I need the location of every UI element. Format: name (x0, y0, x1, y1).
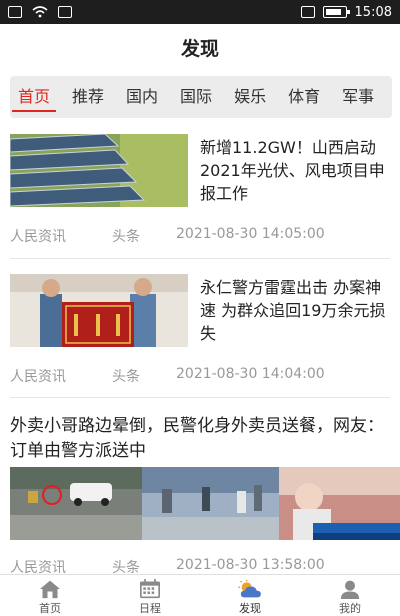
vibrate-icon (300, 6, 315, 18)
article-category: 头条 (112, 369, 140, 385)
article-meta: 人民资讯 头条 2021-08-30 14:05:00 (10, 226, 325, 246)
nav-label: 首页 (39, 602, 61, 615)
article-time: 2021-08-30 14:04:00 (176, 366, 325, 382)
nav-label: 日程 (139, 602, 161, 615)
nav-discover[interactable]: 发现 (200, 575, 300, 616)
article-source: 人民资讯 (10, 369, 66, 385)
divider (10, 258, 390, 259)
tab-entertainment[interactable]: 娱乐 (234, 76, 266, 118)
category-tabs: 首页 推荐 国内 国际 娱乐 体育 军事 (10, 76, 392, 118)
tab-home[interactable]: 首页 (11, 76, 57, 118)
article-category: 头条 (112, 229, 140, 245)
battery-icon (322, 6, 350, 18)
clock: 15:08 (354, 4, 392, 20)
status-bar: 15:08 (0, 0, 400, 24)
tab-international[interactable]: 国际 (180, 76, 212, 118)
tab-recommend[interactable]: 推荐 (72, 76, 104, 118)
article-time: 2021-08-30 14:05:00 (176, 226, 325, 242)
screenshot-icon (58, 6, 72, 18)
bottom-nav: 首页 日程 发现 我的 (0, 574, 400, 616)
nav-label: 我的 (339, 602, 361, 615)
divider (10, 397, 390, 398)
nav-home[interactable]: 首页 (0, 575, 100, 616)
article-source: 人民资讯 (10, 229, 66, 245)
article-card[interactable]: 新增11.2GW！山西启动2021年光伏、风电项目申报工作 人民资讯 头条 20… (10, 134, 390, 254)
tab-military[interactable]: 军事 (342, 76, 374, 118)
nav-profile[interactable]: 我的 (300, 575, 400, 616)
nav-schedule[interactable]: 日程 (100, 575, 200, 616)
page-title: 发现 (180, 37, 219, 60)
notification-icon (8, 6, 22, 18)
article-thumbnail (279, 467, 400, 540)
tab-sports[interactable]: 体育 (288, 76, 320, 118)
profile-icon (340, 580, 360, 599)
article-title: 新增11.2GW！山西启动2021年光伏、风电项目申报工作 (200, 138, 385, 203)
discover-icon (238, 579, 261, 598)
article-meta: 人民资讯 头条 2021-08-30 14:04:00 (10, 366, 325, 386)
article-thumbnail (10, 467, 142, 540)
article-title: 永仁警方雷霆出击 办案神速 为群众追回19万余元损失 (200, 278, 386, 343)
article-title[interactable]: 外卖小哥路边晕倒，民警化身外卖员送餐，网友：订单由警方派送中 (10, 414, 394, 464)
article-thumbnail (10, 134, 188, 207)
calendar-icon (140, 579, 160, 599)
article-card[interactable]: 永仁警方雷霆出击 办案神速 为群众追回19万余元损失 人民资讯 头条 2021-… (10, 274, 390, 392)
nav-label: 发现 (239, 602, 261, 615)
article-thumbnail (10, 274, 188, 347)
tab-domestic[interactable]: 国内 (126, 76, 158, 118)
home-icon (40, 580, 60, 599)
article-image-strip[interactable] (10, 467, 400, 540)
wifi-icon (32, 6, 48, 18)
article-thumbnail (142, 467, 279, 540)
